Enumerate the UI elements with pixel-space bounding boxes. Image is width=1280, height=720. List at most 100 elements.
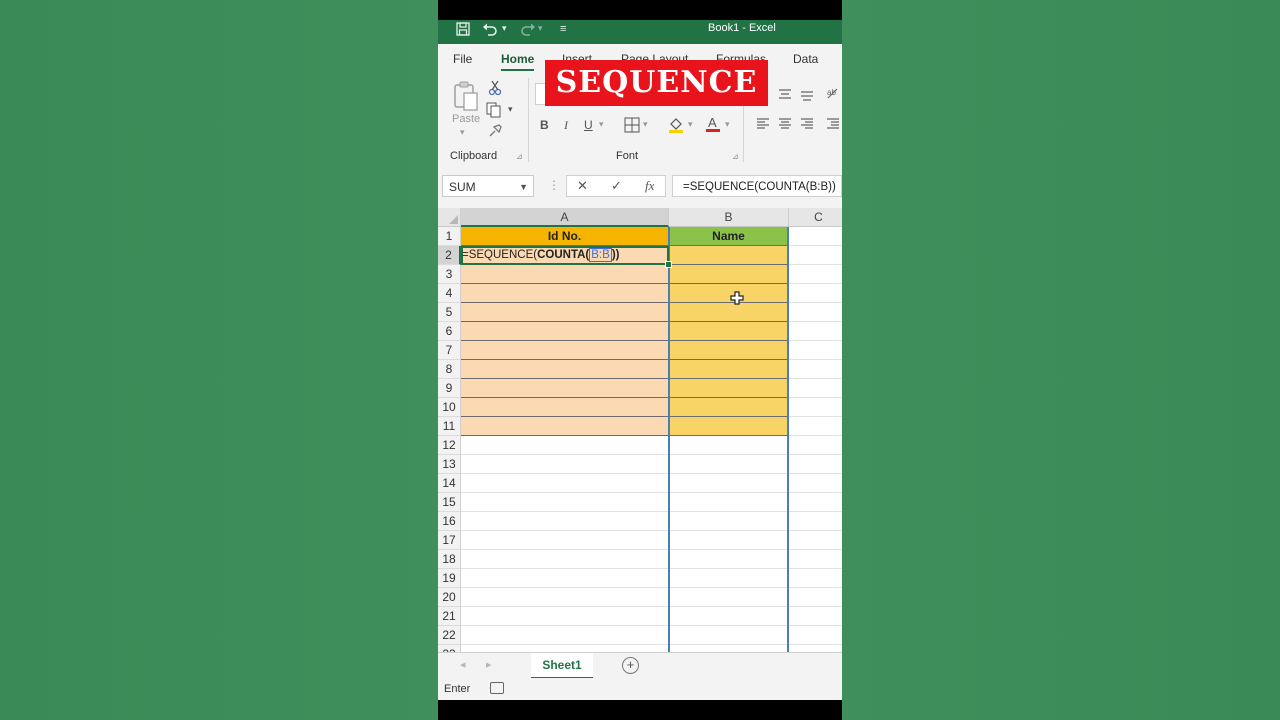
cell-c[interactable] bbox=[789, 474, 842, 493]
cell-b[interactable] bbox=[669, 455, 789, 474]
font-color-dropdown-icon[interactable]: ▾ bbox=[725, 119, 730, 130]
cell-b[interactable] bbox=[669, 607, 789, 626]
cell-c[interactable] bbox=[789, 360, 842, 379]
cell-b[interactable] bbox=[669, 493, 789, 512]
redo-icon[interactable] bbox=[520, 22, 536, 40]
row-header[interactable]: 17 bbox=[438, 531, 461, 550]
cell-b[interactable] bbox=[669, 246, 789, 265]
cell-b[interactable] bbox=[669, 626, 789, 645]
cell-c[interactable] bbox=[789, 569, 842, 588]
cell-a[interactable] bbox=[461, 379, 669, 398]
undo-dropdown-icon[interactable]: ▾ bbox=[502, 23, 507, 34]
tab-file[interactable]: File bbox=[453, 52, 472, 66]
indent-icon[interactable] bbox=[826, 118, 840, 133]
cell-c[interactable] bbox=[789, 493, 842, 512]
row-header[interactable]: 12 bbox=[438, 436, 461, 455]
undo-icon[interactable] bbox=[482, 22, 498, 40]
cell-c[interactable] bbox=[789, 265, 842, 284]
borders-icon[interactable] bbox=[624, 117, 640, 136]
row-header[interactable]: 21 bbox=[438, 607, 461, 626]
row-header[interactable]: 3 bbox=[438, 265, 461, 284]
cell-b[interactable] bbox=[669, 341, 789, 360]
row-header[interactable]: 20 bbox=[438, 588, 461, 607]
cell-a[interactable] bbox=[461, 607, 669, 626]
cell-a[interactable] bbox=[461, 645, 669, 652]
cell-a[interactable] bbox=[461, 455, 669, 474]
header-id-no[interactable]: Id No. bbox=[461, 227, 669, 246]
cell-c[interactable] bbox=[789, 398, 842, 417]
header-name[interactable]: Name bbox=[669, 227, 789, 246]
cell-c[interactable] bbox=[789, 322, 842, 341]
column-header-b[interactable]: B bbox=[669, 208, 789, 227]
row-header[interactable]: 18 bbox=[438, 550, 461, 569]
name-box-dropdown-icon[interactable]: ▼ bbox=[519, 176, 528, 198]
cell-b[interactable] bbox=[669, 322, 789, 341]
cut-icon[interactable] bbox=[488, 80, 502, 99]
row-header[interactable]: 15 bbox=[438, 493, 461, 512]
cell-b[interactable] bbox=[669, 550, 789, 569]
align-right-icon[interactable] bbox=[800, 118, 814, 133]
cell-b[interactable] bbox=[669, 645, 789, 652]
row-header[interactable]: 13 bbox=[438, 455, 461, 474]
underline-dropdown-icon[interactable]: ▾ bbox=[599, 119, 604, 130]
underline-button[interactable]: U bbox=[584, 118, 593, 132]
customize-toolbar-icon[interactable]: ≡ bbox=[560, 23, 566, 35]
cell-c[interactable] bbox=[789, 512, 842, 531]
prev-sheet-icon[interactable]: ◂ bbox=[460, 658, 466, 671]
fill-handle[interactable] bbox=[665, 261, 672, 268]
tab-home[interactable]: Home bbox=[501, 52, 535, 71]
cell-a[interactable] bbox=[461, 512, 669, 531]
cell-b[interactable] bbox=[669, 531, 789, 550]
cell-c[interactable] bbox=[789, 284, 842, 303]
row-header[interactable]: 16 bbox=[438, 512, 461, 531]
borders-dropdown-icon[interactable]: ▾ bbox=[643, 119, 648, 130]
column-header-a[interactable]: A bbox=[461, 208, 669, 227]
row-header[interactable]: 2 bbox=[438, 246, 461, 265]
row-header[interactable]: 8 bbox=[438, 360, 461, 379]
cell-a[interactable] bbox=[461, 569, 669, 588]
cell-a[interactable] bbox=[461, 436, 669, 455]
add-sheet-icon[interactable]: + bbox=[622, 657, 639, 674]
next-sheet-icon[interactable]: ▸ bbox=[486, 658, 492, 671]
paste-dropdown-icon[interactable]: ▾ bbox=[460, 127, 465, 138]
copy-dropdown-icon[interactable]: ▾ bbox=[508, 104, 513, 115]
cell-b[interactable] bbox=[669, 303, 789, 322]
cell-b[interactable] bbox=[669, 474, 789, 493]
tab-data[interactable]: Data bbox=[793, 52, 818, 66]
align-left-icon[interactable] bbox=[756, 118, 770, 133]
cancel-formula-icon[interactable]: ✕ bbox=[577, 178, 588, 194]
cell-c[interactable] bbox=[789, 436, 842, 455]
cell-a[interactable] bbox=[461, 417, 669, 436]
copy-icon[interactable] bbox=[486, 102, 502, 121]
align-center-icon[interactable] bbox=[778, 118, 792, 133]
cell-a[interactable] bbox=[461, 493, 669, 512]
enter-formula-icon[interactable]: ✓ bbox=[611, 178, 622, 194]
row-header[interactable]: 14 bbox=[438, 474, 461, 493]
accessibility-icon[interactable] bbox=[490, 682, 504, 694]
cell-a[interactable] bbox=[461, 360, 669, 379]
cell-b[interactable] bbox=[669, 588, 789, 607]
cell-a[interactable] bbox=[461, 398, 669, 417]
redo-dropdown-icon[interactable]: ▾ bbox=[538, 23, 543, 34]
row-header[interactable]: 10 bbox=[438, 398, 461, 417]
row-header[interactable]: 5 bbox=[438, 303, 461, 322]
cell-c[interactable] bbox=[789, 626, 842, 645]
cell-a[interactable] bbox=[461, 474, 669, 493]
row-header[interactable]: 6 bbox=[438, 322, 461, 341]
sheet-tab-sheet1[interactable]: Sheet1 bbox=[531, 653, 593, 679]
bold-button[interactable]: B bbox=[540, 118, 549, 132]
cell-c[interactable] bbox=[789, 246, 842, 265]
cell-c[interactable] bbox=[789, 341, 842, 360]
italic-button[interactable]: I bbox=[564, 118, 568, 133]
save-icon[interactable] bbox=[456, 22, 470, 40]
row-header[interactable]: 23 bbox=[438, 645, 461, 652]
cell-c[interactable] bbox=[789, 455, 842, 474]
cell-b[interactable] bbox=[669, 360, 789, 379]
column-header-c[interactable]: C bbox=[789, 208, 842, 227]
align-top-icon[interactable] bbox=[778, 89, 792, 104]
cell-a[interactable] bbox=[461, 550, 669, 569]
font-launcher-icon[interactable]: ⊿ bbox=[732, 152, 739, 161]
cell-a[interactable] bbox=[461, 303, 669, 322]
select-all-button[interactable] bbox=[438, 208, 461, 227]
cell-a[interactable] bbox=[461, 626, 669, 645]
